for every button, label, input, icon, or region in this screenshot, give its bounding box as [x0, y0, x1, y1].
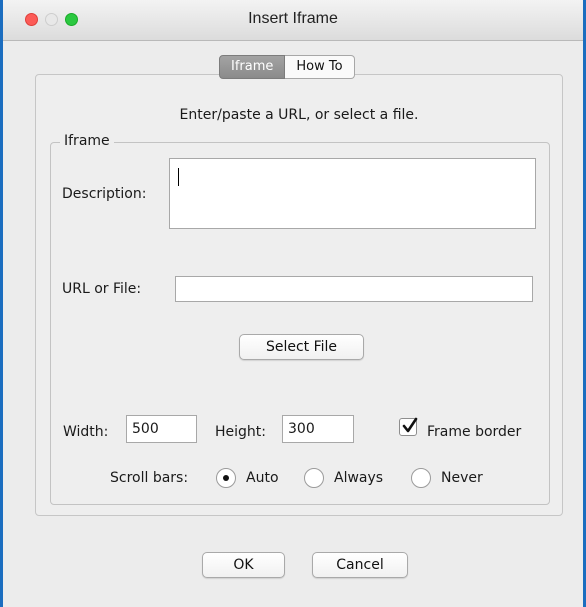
text-caret: [178, 168, 179, 186]
window-title: Insert Iframe: [248, 10, 338, 27]
scroll-always-radio[interactable]: [304, 468, 324, 488]
radio-selected-dot: [223, 475, 229, 481]
instructions-text: Enter/paste a URL, or select a file.: [179, 107, 419, 123]
scroll-always-label: Always: [334, 470, 384, 486]
scroll-never-label: Never: [441, 470, 483, 486]
cancel-button[interactable]: Cancel: [312, 552, 408, 578]
select-file-button[interactable]: Select File: [239, 334, 364, 360]
width-label: Width:: [63, 424, 109, 440]
tab-how-to[interactable]: How To: [285, 55, 355, 79]
checkmark-icon: [402, 417, 418, 433]
group-title: Iframe: [60, 133, 114, 149]
height-label: Height:: [215, 424, 266, 440]
height-field[interactable]: 300: [282, 415, 354, 443]
url-label: URL or File:: [62, 281, 142, 297]
description-label: Description:: [62, 186, 147, 202]
title-bar: Insert Iframe: [3, 0, 583, 41]
width-field[interactable]: 500: [126, 415, 197, 443]
frame-border-checkbox[interactable]: [399, 417, 418, 436]
frame-border-label: Frame border: [427, 424, 522, 440]
tab-bar: Iframe How To: [219, 55, 355, 79]
scroll-never-radio[interactable]: [411, 468, 431, 488]
scroll-auto-radio[interactable]: [216, 468, 236, 488]
scroll-auto-label: Auto: [246, 470, 279, 486]
tab-iframe[interactable]: Iframe: [219, 55, 286, 79]
scroll-bars-label: Scroll bars:: [110, 470, 189, 486]
description-field[interactable]: [169, 158, 536, 229]
ok-button[interactable]: OK: [202, 552, 285, 578]
url-field[interactable]: [175, 276, 533, 302]
